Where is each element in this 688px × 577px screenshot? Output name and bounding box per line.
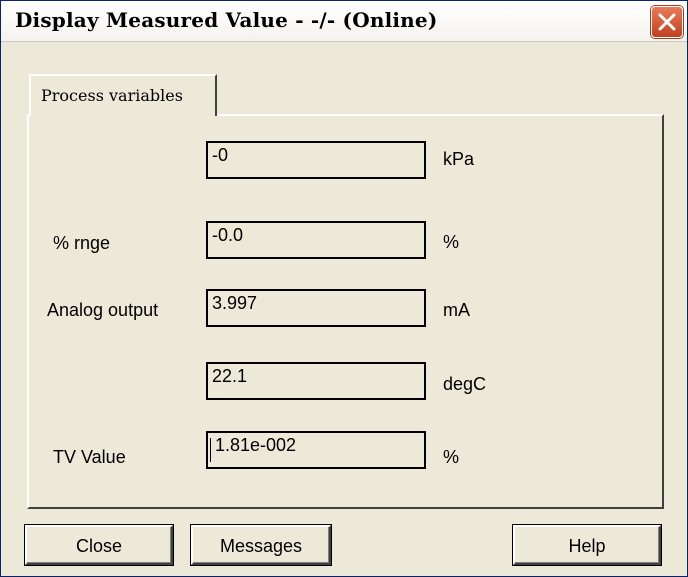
unit-label: kPa (443, 149, 475, 169)
messages-button[interactable]: Messages (191, 525, 331, 565)
close-icon[interactable] (651, 6, 683, 38)
window-title: Display Measured Value - -/- (Online) (15, 8, 438, 32)
close-button-label: Close (75, 536, 123, 556)
unit-label: mA (443, 300, 470, 320)
percent-range-label: % rnge (53, 233, 111, 253)
primary-value-field[interactable]: -0 (206, 141, 426, 179)
text-caret (210, 438, 211, 462)
analog-output-field[interactable]: 3.997 (206, 289, 426, 327)
dialog-window: Display Measured Value - -/- (Online) Pr… (0, 0, 688, 577)
close-button[interactable]: Close (25, 525, 173, 565)
field-value: -0 (212, 145, 229, 165)
unit-label: % (443, 447, 460, 467)
analog-output-label: Analog output (47, 300, 159, 320)
unit-label: % (443, 232, 460, 252)
field-value: 3.997 (212, 293, 258, 313)
messages-button-label: Messages (219, 536, 303, 556)
temperature-field[interactable]: 22.1 (206, 362, 426, 400)
tab-process-variables[interactable]: Process variables (29, 74, 217, 116)
tab-label: Process variables (41, 86, 183, 105)
help-button-label: Help (568, 536, 606, 556)
field-value: 22.1 (212, 366, 248, 386)
field-value: -0.0 (212, 225, 244, 245)
tv-value-label: TV Value (53, 447, 126, 467)
help-button[interactable]: Help (513, 525, 661, 565)
unit-label: degC (443, 374, 487, 394)
percent-range-field[interactable]: -0.0 (206, 221, 426, 259)
tv-value-field[interactable]: 1.81e-002 (206, 431, 426, 469)
title-bar[interactable]: Display Measured Value - -/- (Online) (1, 1, 687, 42)
field-value: 1.81e-002 (215, 435, 297, 455)
